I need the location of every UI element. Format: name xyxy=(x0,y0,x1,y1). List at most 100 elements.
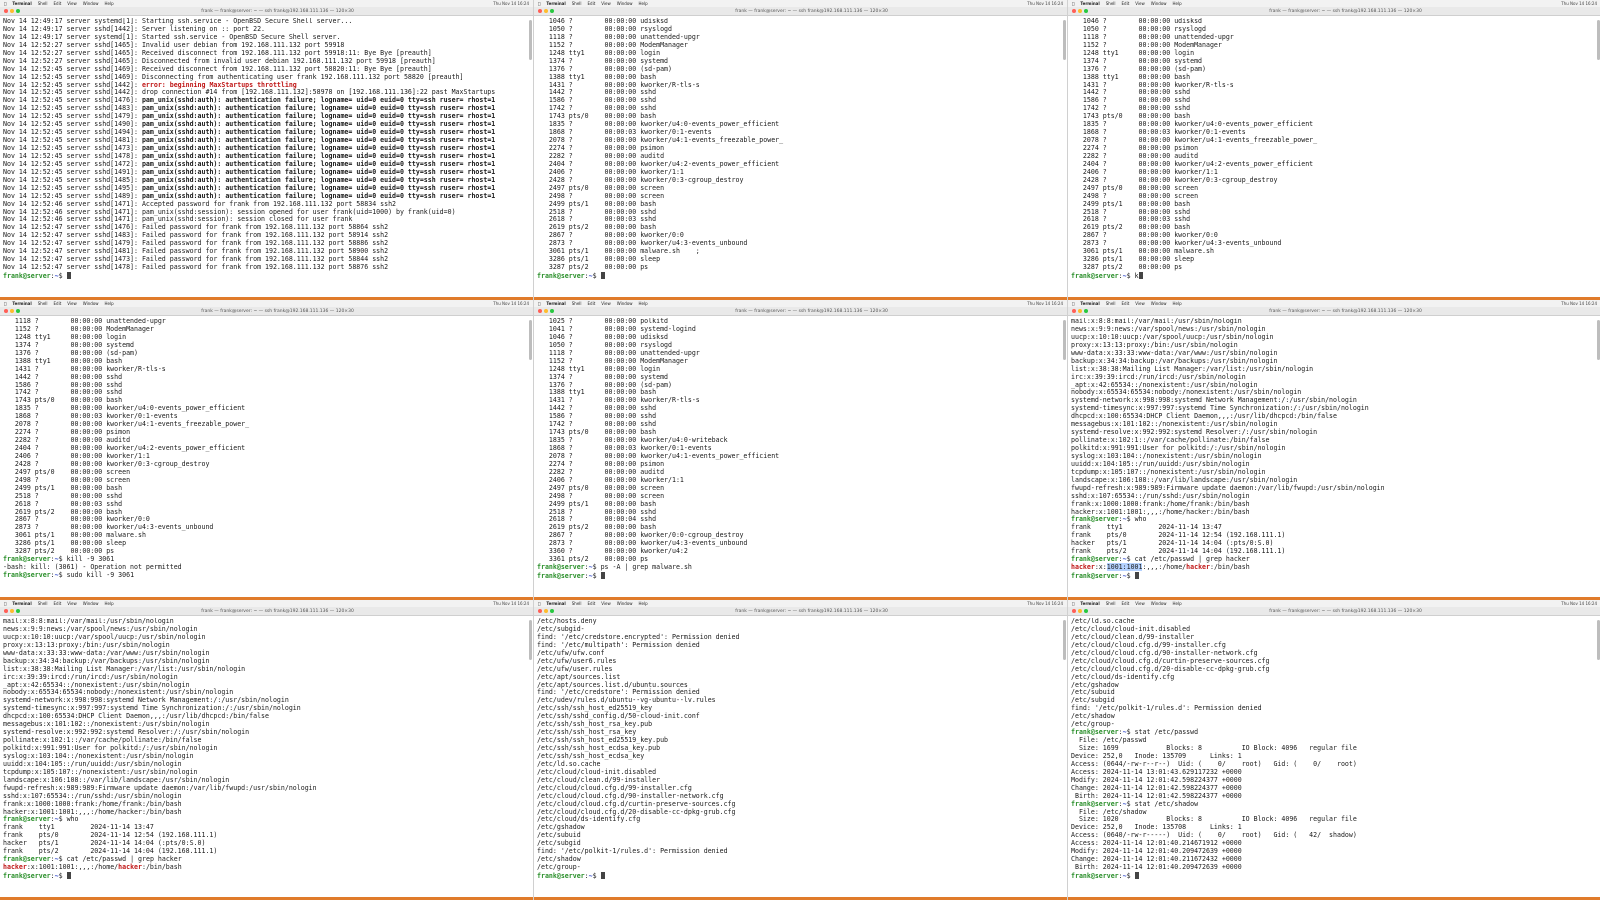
terminal-window[interactable]:  Terminal Shell Edit View Window Help Thu Nov … xyxy=(0,600,533,900)
menu-item[interactable]: Edit xyxy=(1122,301,1130,306)
terminal-window[interactable]:  Terminal Shell Edit View Window Help Thu Nov … xyxy=(0,0,533,300)
apple-icon[interactable]:  xyxy=(538,1,540,6)
menu-item[interactable]: View xyxy=(67,301,77,306)
menu-item[interactable]: Edit xyxy=(54,1,62,6)
zoom-button[interactable] xyxy=(16,309,20,313)
menu-item[interactable]: Help xyxy=(1173,301,1182,306)
menu-item[interactable]: Window xyxy=(1151,301,1167,306)
zoom-button[interactable] xyxy=(1084,309,1088,313)
menu-item[interactable]: View xyxy=(601,301,611,306)
menu-item[interactable]: View xyxy=(1135,1,1145,6)
apple-icon[interactable]:  xyxy=(4,1,6,6)
minimize-button[interactable] xyxy=(10,309,14,313)
zoom-button[interactable] xyxy=(550,9,554,13)
menu-item[interactable]: Window xyxy=(1151,601,1167,606)
terminal-output[interactable]: 1046 ? 00:00:00 udisksd 1050 ? 00:00:00 … xyxy=(537,18,1061,294)
close-button[interactable] xyxy=(4,309,8,313)
terminal-window[interactable]:  Terminal Shell Edit View Window Help Thu Nov … xyxy=(1068,0,1600,300)
apple-icon[interactable]:  xyxy=(538,301,540,306)
menu-item[interactable]: Shell xyxy=(38,1,48,6)
menu-item[interactable]: Shell xyxy=(1106,301,1116,306)
apple-icon[interactable]:  xyxy=(538,601,540,606)
menu-item[interactable]: Edit xyxy=(1122,601,1130,606)
menu-item[interactable]: Shell xyxy=(572,301,582,306)
close-button[interactable] xyxy=(1072,309,1076,313)
minimize-button[interactable] xyxy=(1078,609,1082,613)
menu-item[interactable]: Window xyxy=(83,301,99,306)
minimize-button[interactable] xyxy=(10,609,14,613)
apple-icon[interactable]:  xyxy=(4,301,6,306)
scrollbar[interactable] xyxy=(529,20,532,60)
menu-item[interactable]: Window xyxy=(83,1,99,6)
minimize-button[interactable] xyxy=(544,9,548,13)
minimize-button[interactable] xyxy=(544,609,548,613)
terminal-window[interactable]:  Terminal Shell Edit View Window Help Thu Nov … xyxy=(0,300,533,600)
terminal-output[interactable]: 1118 ? 00:00:00 unattended-upgr 1152 ? 0… xyxy=(3,318,527,594)
menu-item[interactable]: Help xyxy=(639,601,648,606)
scrollbar[interactable] xyxy=(1063,320,1066,360)
menu-item[interactable]: Help xyxy=(105,1,114,6)
menu-item[interactable]: Shell xyxy=(38,301,48,306)
menu-item[interactable]: View xyxy=(67,1,77,6)
terminal-output[interactable]: /etc/hosts.deny/etc/subgid-find: '/etc/c… xyxy=(537,618,1061,894)
menu-item[interactable]: Help xyxy=(1173,601,1182,606)
apple-icon[interactable]:  xyxy=(1072,301,1074,306)
zoom-button[interactable] xyxy=(16,609,20,613)
close-button[interactable] xyxy=(1072,609,1076,613)
zoom-button[interactable] xyxy=(550,309,554,313)
terminal-output[interactable]: mail:x:8:8:mail:/var/mail:/usr/sbin/nolo… xyxy=(1071,318,1595,594)
menu-item[interactable]: View xyxy=(1135,301,1145,306)
close-button[interactable] xyxy=(538,309,542,313)
minimize-button[interactable] xyxy=(10,9,14,13)
terminal-window[interactable]:  Terminal Shell Edit View Window Help Thu Nov … xyxy=(534,0,1067,300)
minimize-button[interactable] xyxy=(1078,309,1082,313)
terminal-window[interactable]:  Terminal Shell Edit View Window Help Thu Nov … xyxy=(534,300,1067,600)
menu-item[interactable]: Help xyxy=(105,301,114,306)
menu-item[interactable]: Edit xyxy=(54,601,62,606)
close-button[interactable] xyxy=(4,9,8,13)
menu-item[interactable]: Window xyxy=(617,1,633,6)
menu-item[interactable]: View xyxy=(601,601,611,606)
menu-item[interactable]: Window xyxy=(617,601,633,606)
apple-icon[interactable]:  xyxy=(1072,601,1074,606)
menu-item[interactable]: Help xyxy=(1173,1,1182,6)
terminal-output[interactable]: mail:x:8:8:mail:/var/mail:/usr/sbin/nolo… xyxy=(3,618,527,894)
menu-item[interactable]: Edit xyxy=(54,301,62,306)
menu-item[interactable]: Edit xyxy=(588,601,596,606)
menu-item[interactable]: Window xyxy=(1151,1,1167,6)
zoom-button[interactable] xyxy=(1084,609,1088,613)
menu-item[interactable]: Edit xyxy=(588,301,596,306)
apple-icon[interactable]:  xyxy=(4,601,6,606)
terminal-output[interactable]: 1046 ? 00:00:00 udisksd 1050 ? 00:00:00 … xyxy=(1071,18,1595,294)
menu-item[interactable]: Window xyxy=(83,601,99,606)
menu-item[interactable]: Shell xyxy=(1106,1,1116,6)
close-button[interactable] xyxy=(538,609,542,613)
menu-item[interactable]: Window xyxy=(617,301,633,306)
menu-item[interactable]: Edit xyxy=(588,1,596,6)
scrollbar[interactable] xyxy=(529,620,532,660)
menu-item[interactable]: Help xyxy=(639,1,648,6)
scrollbar[interactable] xyxy=(1063,20,1066,60)
zoom-button[interactable] xyxy=(550,609,554,613)
menu-item[interactable]: Help xyxy=(639,301,648,306)
menu-item[interactable]: Shell xyxy=(1106,601,1116,606)
terminal-window[interactable]:  Terminal Shell Edit View Window Help Thu Nov … xyxy=(1068,600,1600,900)
menu-item[interactable]: View xyxy=(601,1,611,6)
menu-item[interactable]: Help xyxy=(105,601,114,606)
minimize-button[interactable] xyxy=(544,309,548,313)
terminal-window[interactable]:  Terminal Shell Edit View Window Help Thu Nov … xyxy=(1068,300,1600,600)
close-button[interactable] xyxy=(1072,9,1076,13)
menu-item[interactable]: Shell xyxy=(38,601,48,606)
minimize-button[interactable] xyxy=(1078,9,1082,13)
terminal-output[interactable]: 1025 ? 00:00:00 polkitd 1041 ? 00:00:00 … xyxy=(537,318,1061,594)
menu-item[interactable]: Shell xyxy=(572,601,582,606)
menu-item[interactable]: View xyxy=(67,601,77,606)
terminal-output[interactable]: /etc/ld.so.cache/etc/cloud/cloud-init.di… xyxy=(1071,618,1595,894)
close-button[interactable] xyxy=(538,9,542,13)
apple-icon[interactable]:  xyxy=(1072,1,1074,6)
terminal-window[interactable]:  Terminal Shell Edit View Window Help Thu Nov … xyxy=(534,600,1067,900)
zoom-button[interactable] xyxy=(16,9,20,13)
zoom-button[interactable] xyxy=(1084,9,1088,13)
menu-item[interactable]: Edit xyxy=(1122,1,1130,6)
menu-item[interactable]: Shell xyxy=(572,1,582,6)
